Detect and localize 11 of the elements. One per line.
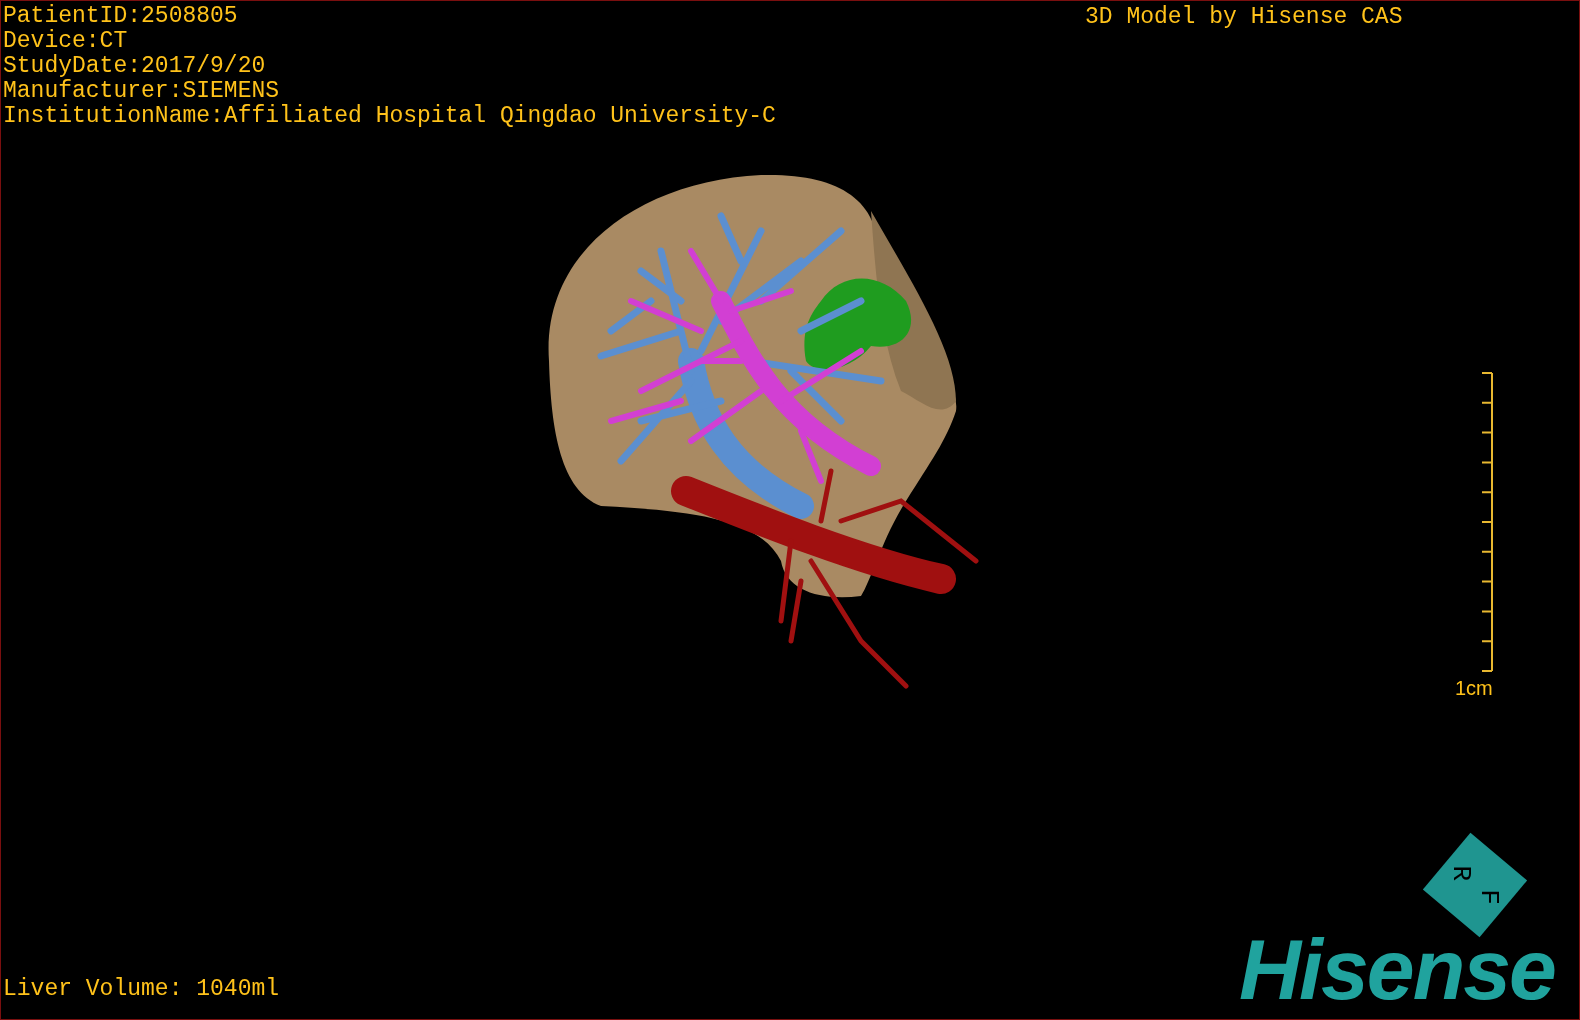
logo: Hisense: [1239, 926, 1555, 1012]
patient-info-line: StudyDate:2017/9/20: [3, 54, 267, 79]
cube-face-label: R: [1446, 865, 1475, 881]
scale-label: 1cm: [1455, 677, 1493, 699]
liver-volume: Liver Volume: 1040ml: [3, 977, 280, 1002]
patient-info-line: Manufacturer:SIEMENS: [3, 79, 281, 104]
patient-info-line: PatientID:2508805: [3, 4, 239, 29]
patient-info-line: Device:CT: [3, 29, 129, 54]
viewer-title: 3D Model by Hisense CAS: [1085, 5, 1403, 30]
patient-info-line: InstitutionName:Affiliated Hospital Qingdao University-C: [3, 104, 776, 129]
cube-face-label: F: [1475, 889, 1504, 905]
